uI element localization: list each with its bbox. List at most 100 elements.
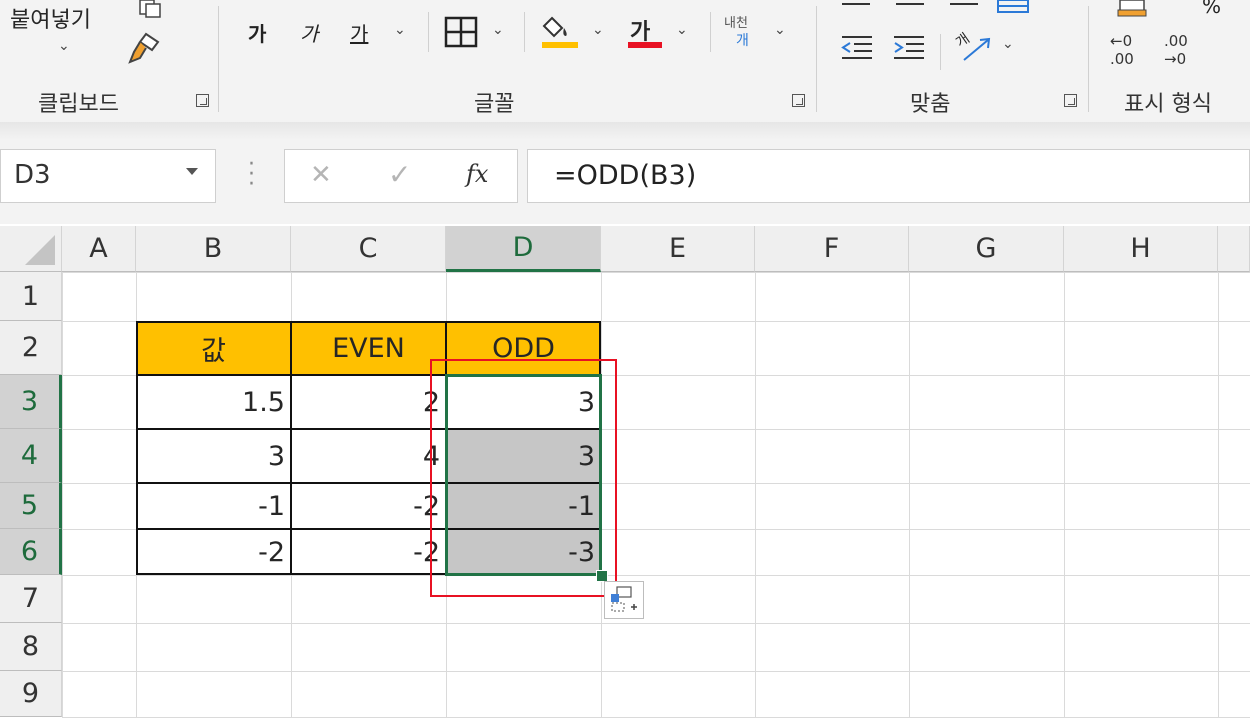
column-header-e[interactable]: E: [601, 226, 755, 272]
fill-color-icon[interactable]: [540, 12, 580, 50]
bottom-align-icon[interactable]: [948, 0, 980, 12]
row-header-2[interactable]: 2: [0, 321, 62, 375]
underline-chevron-icon[interactable]: ⌄: [394, 22, 406, 38]
table-cell-c4[interactable]: 4: [291, 429, 446, 483]
column-header-f[interactable]: F: [755, 226, 909, 272]
table-header-cell-c[interactable]: EVEN: [291, 321, 446, 375]
formula-text: =ODD(B3): [554, 160, 697, 191]
name-box-value: D3: [14, 160, 51, 190]
row-header-8[interactable]: 8: [0, 623, 62, 671]
table-cell-c5[interactable]: -2: [291, 483, 446, 529]
clipboard-group-label: 클립보드: [38, 92, 119, 117]
select-all-button[interactable]: [0, 226, 62, 272]
borders-chevron-icon[interactable]: ⌄: [492, 22, 504, 38]
gridline-horizontal: [62, 671, 1250, 672]
ribbon: 붙여넣기 ⌄ 클립보드 가 가 가 ⌄ ⌄ ⌄ 가 ⌄ 내천 개 ⌄ 글꼴 개 …: [0, 0, 1250, 122]
table-cell-d3[interactable]: 3: [446, 375, 601, 429]
table-cell-c3[interactable]: 2: [291, 375, 446, 429]
percent-style-button[interactable]: %: [1202, 0, 1221, 18]
insert-function-icon[interactable]: fx: [466, 160, 488, 188]
column-header-c[interactable]: C: [291, 226, 446, 272]
orientation-arrow-icon: [963, 37, 991, 61]
table-inner-hline: [136, 528, 601, 530]
wrap-text-icon[interactable]: [996, 0, 1030, 14]
row-header-7[interactable]: 7: [0, 575, 62, 623]
paste-dropdown-chevron-icon: ⌄: [58, 38, 70, 54]
copy-icon[interactable]: [138, 0, 162, 18]
phonetic-guide-button[interactable]: 내천 개: [722, 12, 762, 52]
column-header-d[interactable]: D: [446, 226, 601, 272]
font-color-chevron-icon[interactable]: ⌄: [676, 22, 688, 38]
gridline-vertical: [62, 272, 63, 717]
group-separator: [1088, 6, 1089, 112]
table-inner-hline: [136, 374, 601, 376]
fill-color-chevron-icon[interactable]: ⌄: [592, 22, 604, 38]
table-inner-vline: [445, 321, 447, 575]
table-cell-d6[interactable]: -3: [446, 529, 601, 575]
quick-analysis-button[interactable]: [604, 581, 644, 619]
group-separator: [524, 12, 525, 52]
italic-button[interactable]: 가: [300, 18, 318, 47]
row-header-4[interactable]: 4: [0, 429, 62, 483]
table-cell-b6[interactable]: -2: [136, 529, 291, 575]
gridline-vertical: [755, 272, 756, 717]
table-cell-c6[interactable]: -2: [291, 529, 446, 575]
table-cell-b3[interactable]: 1.5: [136, 375, 291, 429]
increase-indent-icon[interactable]: [892, 34, 926, 62]
row-header-9[interactable]: 9: [0, 671, 62, 717]
table-cell-b5[interactable]: -1: [136, 483, 291, 529]
orientation-button[interactable]: 개: [953, 28, 994, 68]
table-header-cell-d[interactable]: ODD: [446, 321, 601, 375]
font-color-swatch: [628, 42, 662, 48]
font-color-button[interactable]: 가: [628, 10, 662, 50]
accounting-format-icon[interactable]: [1116, 0, 1150, 18]
gridline-vertical: [1218, 272, 1219, 717]
increase-decimal-button[interactable]: ←0 .00: [1110, 30, 1156, 70]
enter-icon[interactable]: ✓: [388, 158, 411, 191]
row-header-5[interactable]: 5: [0, 483, 62, 529]
middle-align-icon[interactable]: [894, 0, 926, 12]
gridline-horizontal: [62, 272, 1250, 273]
decrease-indent-icon[interactable]: [840, 34, 874, 62]
gridline-vertical: [1064, 272, 1065, 717]
select-all-triangle-icon: [25, 235, 55, 265]
increase-decimal-label: ←0 .00: [1110, 32, 1134, 68]
gridline-horizontal: [62, 623, 1250, 624]
font-group-label: 글꼴: [474, 92, 515, 117]
gridline-vertical: [909, 272, 910, 717]
table-cell-d5[interactable]: -1: [446, 483, 601, 529]
vertical-ellipsis-icon[interactable]: · · ·: [248, 154, 255, 196]
phonetic-top-text: 내천: [724, 16, 748, 31]
table-cell-b4[interactable]: 3: [136, 429, 291, 483]
ribbon-bottom-edge: [0, 122, 1250, 140]
top-align-icon[interactable]: [840, 0, 872, 12]
clipboard-dialog-launcher-icon[interactable]: [196, 94, 209, 107]
alignment-dialog-launcher-icon[interactable]: [1064, 94, 1077, 107]
table-inner-hline: [136, 482, 601, 484]
format-painter-icon[interactable]: [126, 30, 162, 66]
column-header-a[interactable]: A: [62, 226, 136, 272]
gridline-horizontal: [62, 575, 1250, 576]
gridline-vertical: [601, 272, 602, 717]
column-header-g[interactable]: G: [909, 226, 1064, 272]
table-inner-hline: [136, 428, 601, 430]
table-header-cell-b[interactable]: 값: [136, 321, 291, 375]
underline-button[interactable]: 가: [350, 18, 368, 47]
row-header-6[interactable]: 6: [0, 529, 62, 575]
borders-icon[interactable]: [444, 16, 478, 48]
row-header-1[interactable]: 1: [0, 272, 62, 321]
row-header-3[interactable]: 3: [0, 375, 62, 429]
quick-analysis-icon: [611, 586, 637, 612]
column-header-b[interactable]: B: [136, 226, 291, 272]
name-box-dropdown-icon[interactable]: [186, 168, 198, 175]
column-header-h[interactable]: H: [1064, 226, 1218, 272]
bold-button[interactable]: 가: [248, 18, 266, 47]
cancel-icon[interactable]: ✕: [310, 160, 332, 190]
decrease-decimal-button[interactable]: .00 →0: [1164, 30, 1210, 70]
group-separator: [940, 34, 941, 70]
paste-button[interactable]: 붙여넣기 ⌄: [6, 0, 116, 64]
phonetic-chevron-icon[interactable]: ⌄: [774, 22, 786, 38]
orientation-chevron-icon[interactable]: ⌄: [1002, 36, 1014, 52]
font-dialog-launcher-icon[interactable]: [792, 94, 805, 107]
table-cell-d4[interactable]: 3: [446, 429, 601, 483]
